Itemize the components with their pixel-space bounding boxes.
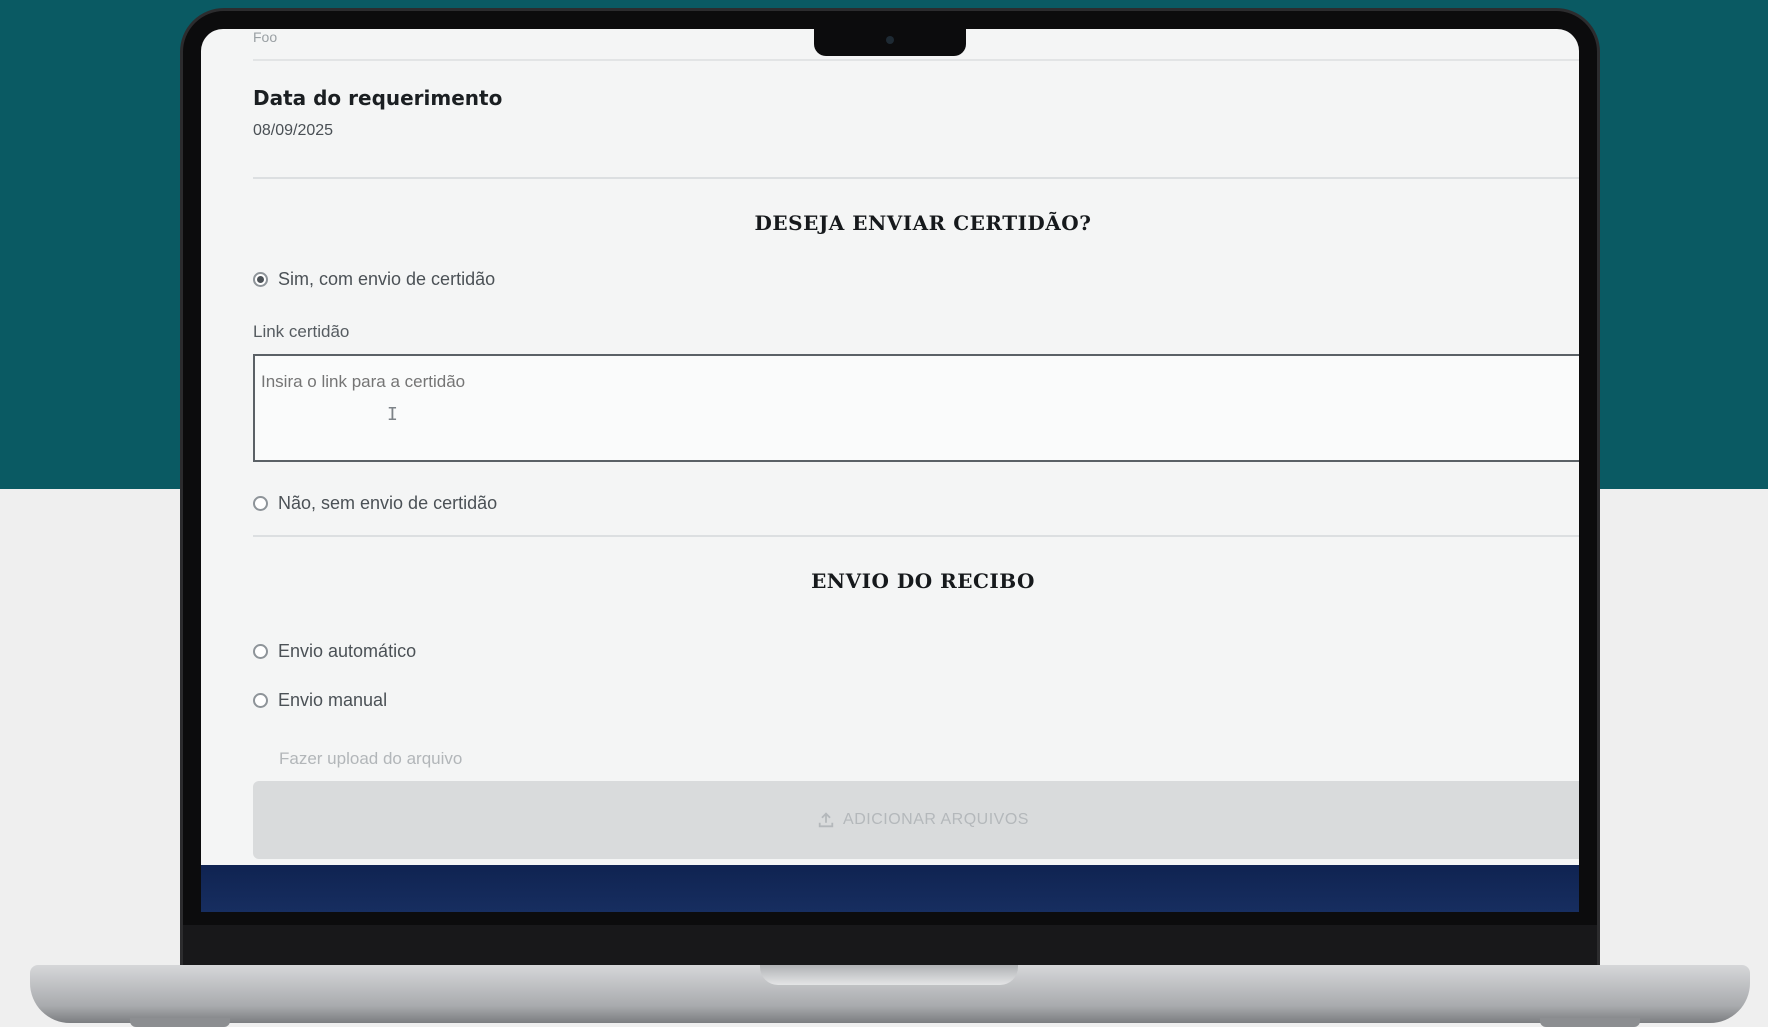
text-cursor-icon: I [387, 404, 398, 425]
link-certidao-input[interactable] [253, 354, 1579, 462]
radio-option-envio-manual[interactable]: Envio manual [253, 690, 387, 711]
recibo-section-title: ENVIO DO RECIBO [811, 569, 1035, 593]
radio-button[interactable] [253, 693, 268, 708]
laptop-screen: Foo Data do requerimento 08/09/2025 DESE… [201, 29, 1579, 912]
date-value: 08/09/2025 [253, 122, 334, 139]
camera-icon [886, 36, 894, 44]
upload-icon [818, 812, 834, 828]
radio-label: Sim, com envio de certidão [278, 269, 496, 289]
laptop-opening-notch [760, 965, 1018, 985]
link-certidao-label: Link certidão [253, 322, 350, 341]
add-files-button[interactable]: ADICIONAR ARQUIVOS [253, 781, 1579, 859]
radio-button[interactable] [253, 496, 268, 511]
radio-option-envio-automatico[interactable]: Envio automático [253, 641, 416, 662]
add-files-label: ADICIONAR ARQUIVOS [843, 811, 1029, 828]
radio-label: Envio automático [278, 641, 417, 661]
certidao-section-title: DESEJA ENVIAR CERTIDÃO? [754, 211, 1092, 235]
radio-label: Não, sem envio de certidão [278, 493, 498, 513]
laptop-foot [1540, 1018, 1640, 1027]
radio-option-with-certidao[interactable]: Sim, com envio de certidão [253, 269, 495, 290]
cut-off-text: Foo [253, 29, 278, 45]
laptop-foot [130, 1018, 230, 1027]
footer-bar [201, 865, 1579, 912]
date-label: Data do requerimento [253, 86, 503, 110]
radio-button[interactable] [253, 644, 268, 659]
divider [253, 177, 1579, 179]
radio-label: Envio manual [278, 690, 388, 710]
manual-upload-hint: Fazer upload do arquivo [279, 749, 463, 768]
divider [253, 59, 1579, 61]
radio-button-checked[interactable] [253, 272, 268, 287]
form-content: Foo Data do requerimento 08/09/2025 DESE… [253, 29, 1579, 869]
divider [253, 535, 1579, 537]
radio-option-without-certidao[interactable]: Não, sem envio de certidão [253, 493, 497, 514]
laptop-bezel-bottom [183, 925, 1597, 965]
